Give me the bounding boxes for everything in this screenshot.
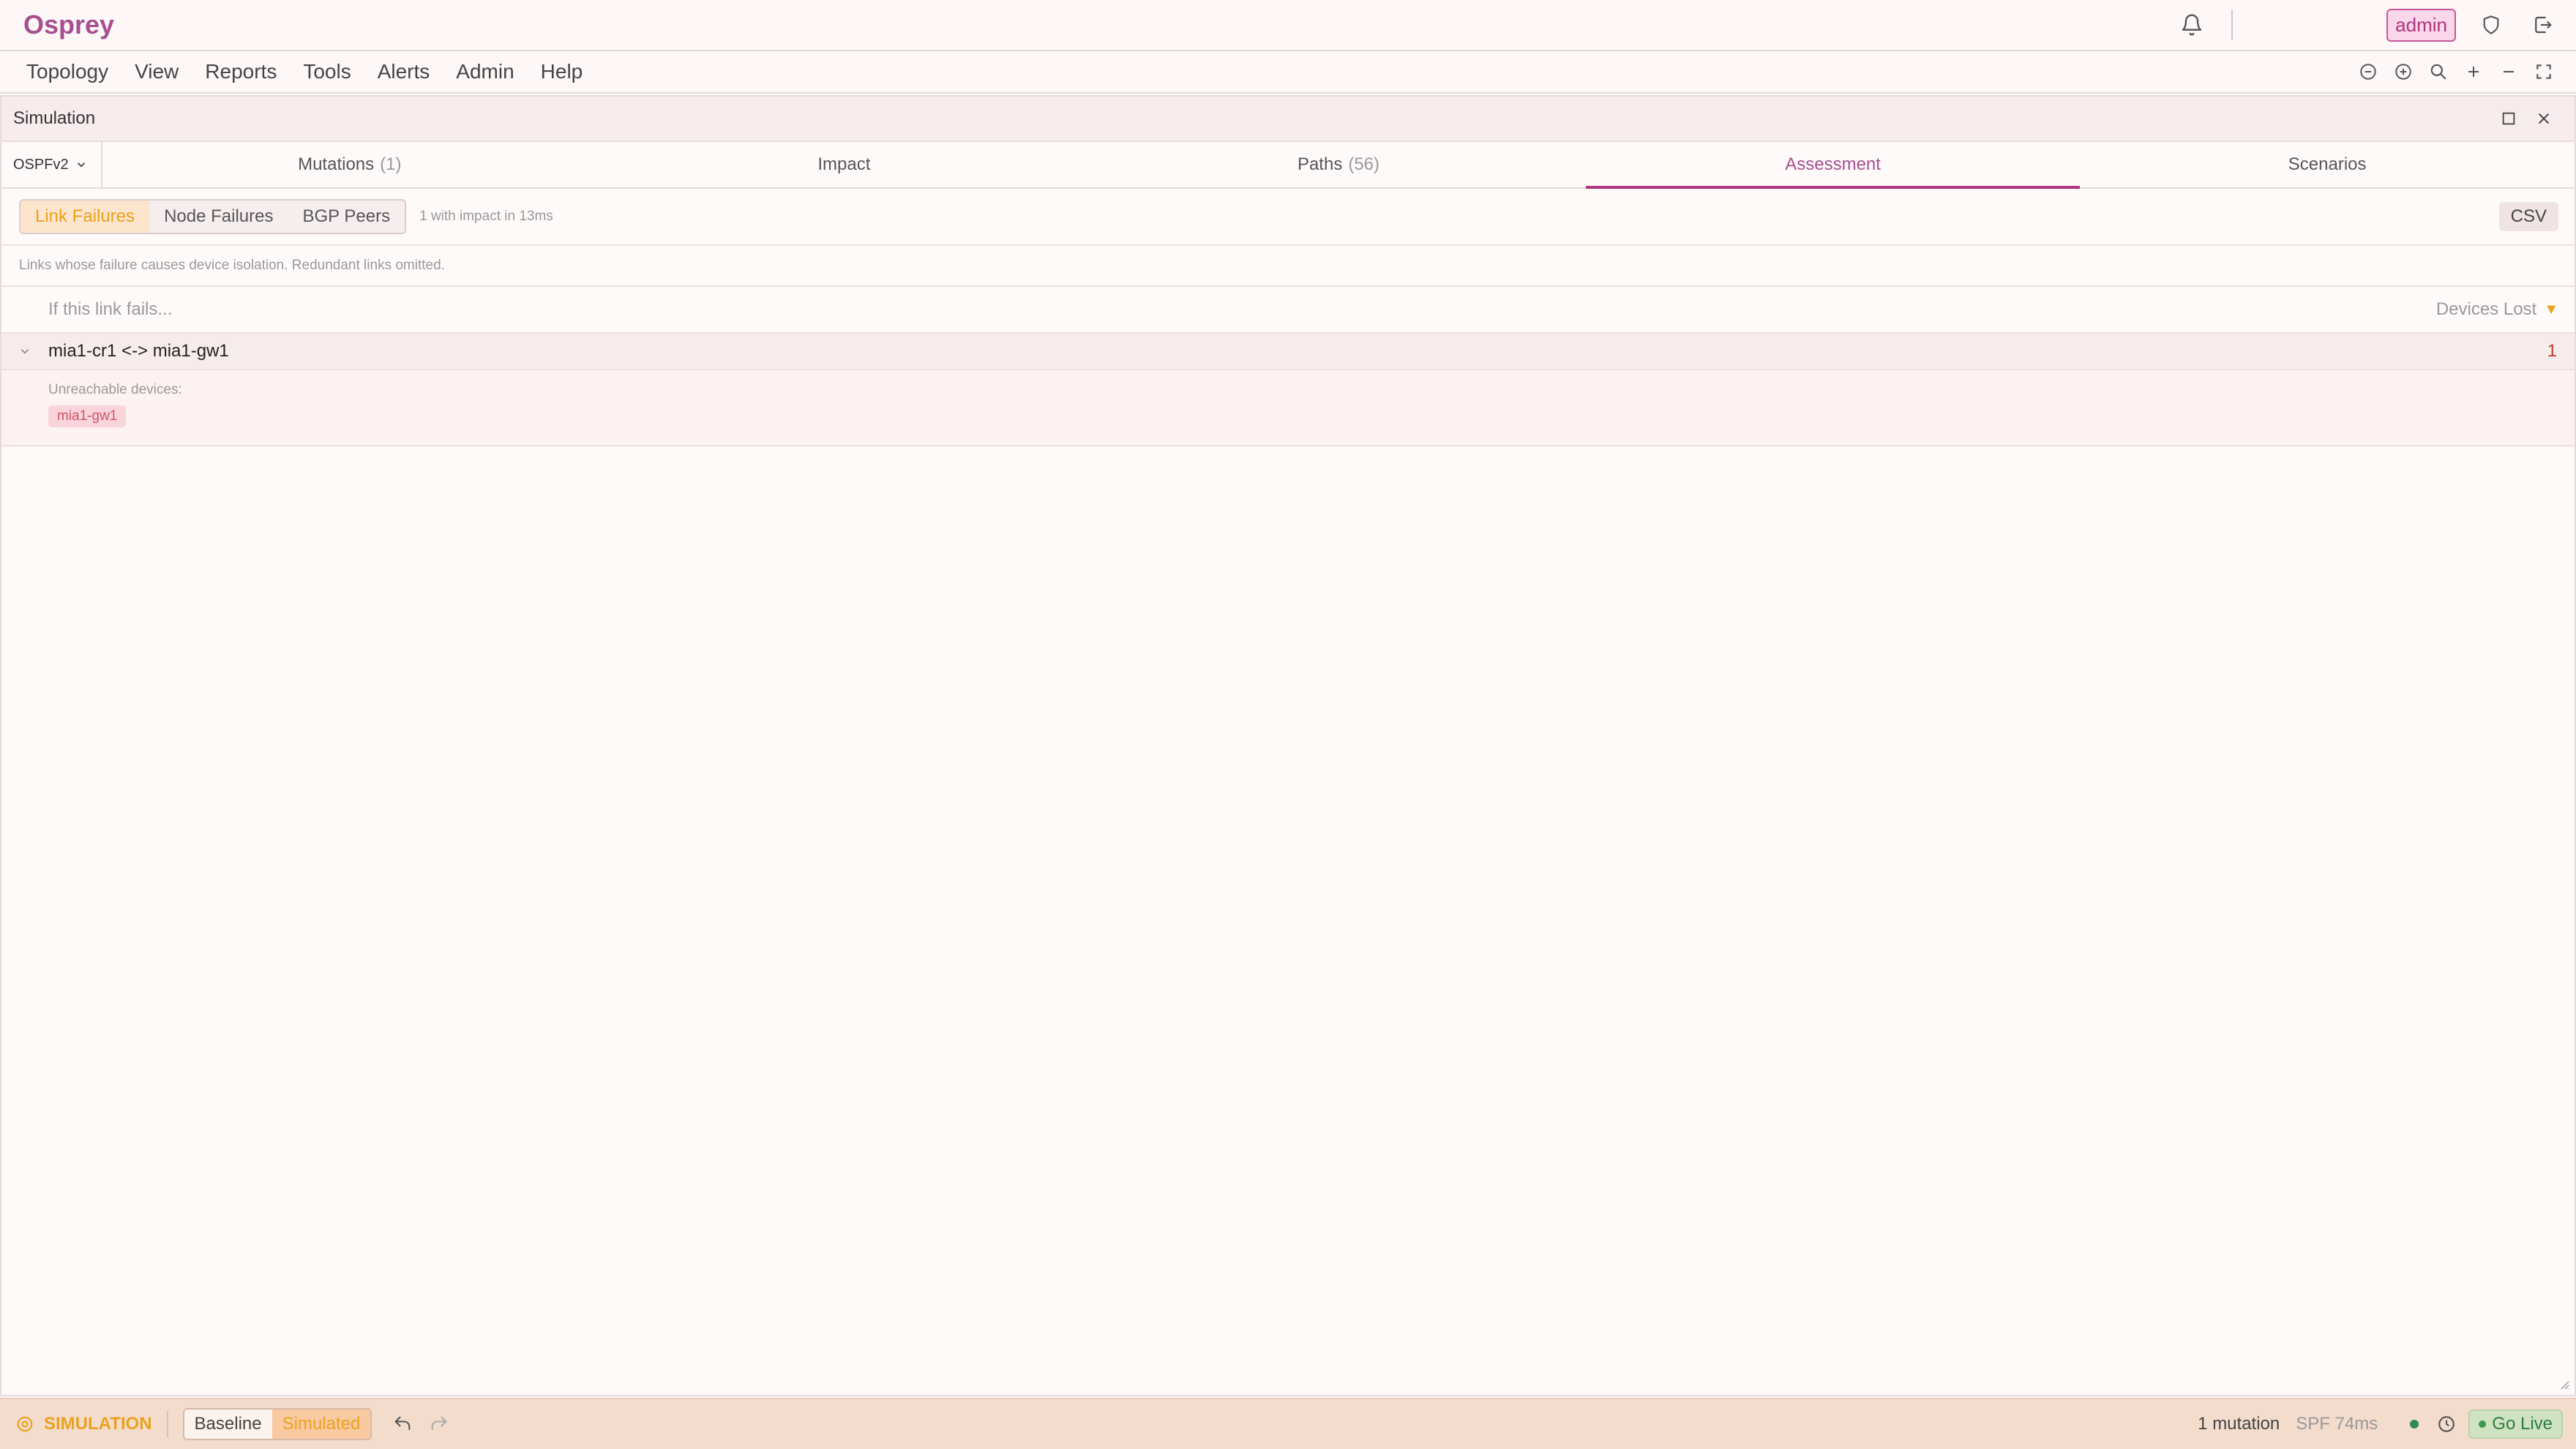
simulated-button[interactable]: Simulated [272, 1409, 371, 1439]
column-link: If this link fails... [48, 299, 173, 319]
status-dot-icon [2410, 1420, 2419, 1429]
spf-timing: SPF 74ms [2296, 1414, 2378, 1434]
assessment-filter-bar: Link Failures Node Failures BGP Peers 1 … [1, 189, 2575, 246]
node-failures-button[interactable]: Node Failures [149, 201, 288, 233]
tab-paths[interactable]: Paths (56) [1091, 142, 1586, 187]
table-row[interactable]: mia1-cr1 <-> mia1-gw1 1 [1, 334, 2575, 370]
mutation-count: 1 mutation [2198, 1414, 2280, 1434]
app-header: Osprey admin [0, 0, 2576, 51]
baseline-button[interactable]: Baseline [184, 1409, 272, 1439]
panel-title-bar: Simulation [1, 97, 2575, 142]
resize-grip-icon[interactable] [2557, 1377, 2570, 1390]
header-actions: admin [2174, 0, 2576, 50]
chevron-down-icon [77, 162, 85, 168]
panel-title: Simulation [13, 108, 96, 128]
go-live-label: Go Live [2492, 1414, 2553, 1434]
protocol-select-value: OSPFv2 [13, 156, 69, 173]
maximize-icon[interactable] [2491, 101, 2526, 136]
menu-reports[interactable]: Reports [205, 60, 277, 83]
assessment-description: Links whose failure causes device isolat… [1, 246, 2575, 287]
failure-type-segmented: Link Failures Node Failures BGP Peers [19, 199, 407, 234]
logout-icon[interactable] [2525, 7, 2560, 42]
tab-impact-label: Impact [817, 154, 871, 174]
tab-scenarios-label: Scenarios [2288, 154, 2367, 174]
column-devices-lost-label: Devices Lost [2435, 299, 2537, 319]
simulation-panel: Simulation OSPFv2 Mutations (1) Impact P… [0, 95, 2576, 1396]
redo-icon[interactable] [424, 1409, 454, 1439]
bell-icon[interactable] [2174, 7, 2209, 42]
csv-export-button[interactable]: CSV [2498, 202, 2558, 231]
menu-help[interactable]: Help [541, 60, 583, 83]
map-toolbar [2351, 54, 2561, 89]
link-name: mia1-cr1 <-> mia1-gw1 [48, 341, 229, 361]
tab-assessment-label: Assessment [1785, 154, 1881, 174]
clock-icon[interactable] [2435, 1412, 2458, 1436]
menu-tools[interactable]: Tools [303, 60, 351, 83]
tab-mutations-count: (1) [380, 154, 402, 174]
column-devices-lost[interactable]: Devices Lost ▼ [2436, 299, 2558, 320]
tab-paths-count: (56) [1348, 154, 1380, 174]
search-icon[interactable] [2421, 54, 2456, 89]
footer-divider [166, 1411, 168, 1437]
fullscreen-icon[interactable] [2526, 54, 2561, 89]
sort-desc-icon: ▼ [2544, 301, 2558, 318]
zoom-out-circle-icon[interactable] [2351, 54, 2386, 89]
menu-admin[interactable]: Admin [456, 60, 514, 83]
close-icon[interactable] [2526, 101, 2561, 136]
plus-icon[interactable] [2456, 54, 2491, 89]
row-detail: Unreachable devices: mia1-gw1 [1, 370, 2575, 446]
status-bar: SIMULATION Baseline Simulated 1 mutation… [0, 1398, 2576, 1449]
result-summary: 1 with impact in 13ms [419, 209, 553, 224]
minus-icon[interactable] [2491, 54, 2526, 89]
tab-mutations-label: Mutations [298, 154, 375, 174]
header-divider [2231, 10, 2234, 40]
tab-scenarios[interactable]: Scenarios [2080, 142, 2575, 187]
protocol-select[interactable]: OSPFv2 [1, 142, 102, 187]
mode-toggle: Baseline Simulated [182, 1408, 372, 1440]
tab-mutations[interactable]: Mutations (1) [102, 142, 597, 187]
menu-topology[interactable]: Topology [26, 60, 108, 83]
device-chip[interactable]: mia1-gw1 [48, 405, 127, 427]
tab-impact[interactable]: Impact [597, 142, 1092, 187]
brand-logo[interactable]: Osprey [23, 10, 114, 40]
panel-controls [2491, 101, 2561, 136]
menu-alerts[interactable]: Alerts [378, 60, 430, 83]
chevron-down-icon[interactable] [1, 345, 48, 358]
go-live-button[interactable]: Go Live [2468, 1409, 2563, 1439]
tab-assessment[interactable]: Assessment [1585, 142, 2081, 189]
unreachable-label: Unreachable devices: [48, 382, 182, 397]
menu-view[interactable]: View [135, 60, 179, 83]
live-dot-icon [2479, 1420, 2487, 1428]
link-failures-button[interactable]: Link Failures [20, 201, 150, 233]
table-header: If this link fails... Devices Lost ▼ [1, 287, 2575, 334]
footer-status: 1 mutation SPF 74ms Go Live [2198, 1409, 2563, 1439]
panel-tabs: OSPFv2 Mutations (1) Impact Paths (56) A… [1, 142, 2575, 189]
undo-icon[interactable] [388, 1409, 417, 1439]
gear-icon [13, 1412, 37, 1436]
shield-icon[interactable] [2474, 7, 2509, 42]
user-badge[interactable]: admin [2386, 8, 2456, 42]
devices-lost-count: 1 [2547, 341, 2557, 361]
menu-bar: Topology View Reports Tools Alerts Admin… [0, 51, 2576, 94]
tab-paths-label: Paths [1297, 154, 1343, 174]
zoom-in-circle-icon[interactable] [2386, 54, 2421, 89]
bgp-peers-button[interactable]: BGP Peers [288, 201, 405, 233]
simulation-mode-label: SIMULATION [44, 1414, 152, 1434]
